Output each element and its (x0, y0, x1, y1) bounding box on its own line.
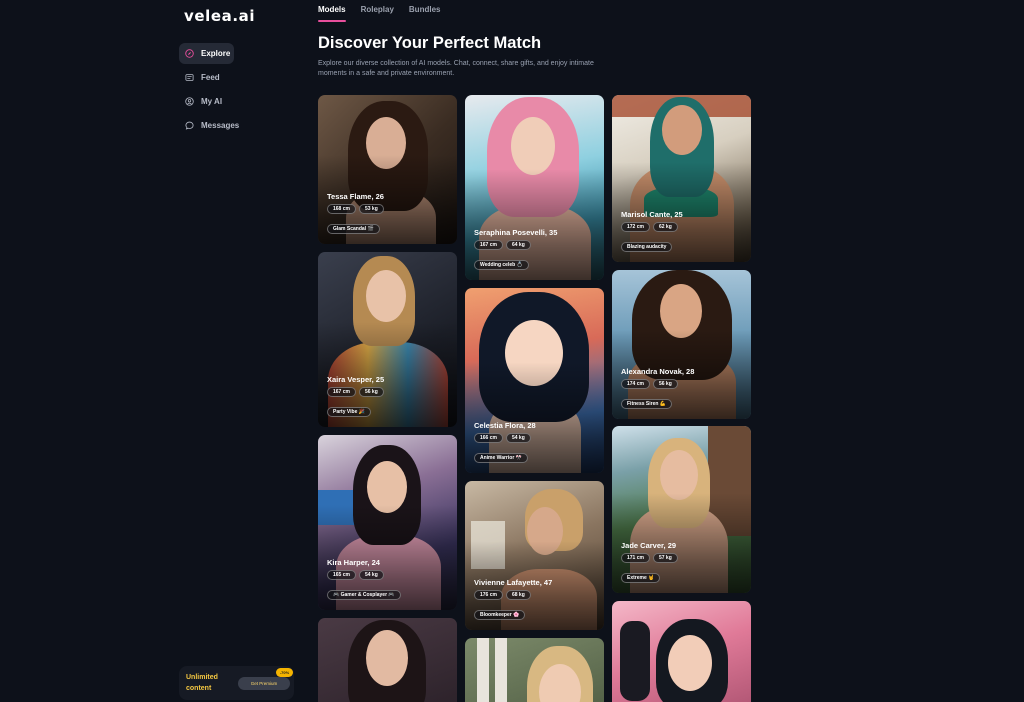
sidebar: velea.ai Explore Feed My AI Messages Unl… (0, 0, 300, 702)
model-weight: 68 kg (505, 590, 531, 600)
model-name: Seraphina Posevelli, 35 (474, 228, 558, 237)
premium-banner-text: Unlimited content (186, 674, 218, 692)
sidebar-item-my-ai[interactable]: My AI (179, 91, 299, 112)
model-name: Kira Harper, 24 (327, 558, 380, 567)
model-weight: 56 kg (652, 379, 678, 389)
sidebar-item-explore[interactable]: Explore (179, 43, 234, 64)
model-tag: 🎮 Gamer & Cosplayer 🎮 (327, 590, 401, 600)
get-premium-button[interactable]: Get Premium (238, 677, 290, 690)
model-name: Marisol Cante, 25 (621, 210, 683, 219)
compass-icon (185, 49, 194, 58)
model-card[interactable]: Tessa Flame, 26 168 cm 53 kg Glam Scanda… (318, 95, 457, 244)
sidebar-item-label: Messages (201, 121, 240, 130)
model-height: 171 cm (621, 553, 650, 563)
model-name: Jade Carver, 29 (621, 541, 677, 550)
model-weight: 53 kg (358, 204, 384, 214)
premium-banner[interactable]: Unlimited content Get Premium -70% (179, 666, 294, 700)
model-tag: Wedding celeb 💍 (474, 260, 529, 270)
content-tabs: Models Roleplay Bundles (318, 0, 455, 22)
model-tag: Blazing audacity (621, 242, 673, 252)
page-subtitle: Explore our diverse collection of AI mod… (318, 60, 594, 77)
tab-models[interactable]: Models (318, 0, 346, 22)
model-name: Xaira Vesper, 25 (327, 375, 385, 384)
model-name: Vivienne Lafayette, 47 (474, 578, 553, 587)
model-weight: 54 kg (358, 570, 384, 580)
model-tag: Fitness Siren 💪 (621, 399, 673, 409)
model-card[interactable]: Vivienne Lafayette, 47 176 cm 68 kg Bloo… (465, 481, 604, 630)
model-card[interactable]: Seraphina Posevelli, 35 167 cm 64 kg Wed… (465, 95, 604, 280)
model-card[interactable] (318, 618, 457, 702)
tab-roleplay[interactable]: Roleplay (361, 0, 394, 22)
sidebar-item-label: My AI (201, 97, 223, 106)
model-height: 174 cm (621, 379, 650, 389)
model-weight: 57 kg (652, 553, 678, 563)
model-weight: 54 kg (505, 433, 531, 443)
app-logo[interactable]: velea.ai (184, 7, 255, 25)
model-card[interactable]: Xaira Vesper, 25 167 cm 56 kg Party Vibe… (318, 252, 457, 427)
user-circle-icon (185, 97, 194, 106)
model-card[interactable] (465, 638, 604, 702)
model-name: Tessa Flame, 26 (327, 192, 384, 201)
model-tag: Bloomkeeper 🌸 (474, 610, 526, 620)
model-tag: Glam Scandal 🎬 (327, 224, 380, 234)
sidebar-item-feed[interactable]: Feed (179, 67, 299, 88)
model-height: 167 cm (327, 387, 356, 397)
model-card[interactable]: Alexandra Novak, 28 174 cm 56 kg Fitness… (612, 270, 751, 419)
model-card[interactable] (612, 601, 751, 702)
model-height: 172 cm (621, 222, 650, 232)
model-tag: Anime Warrior 🎌 (474, 453, 528, 463)
feed-icon (185, 74, 194, 81)
model-card[interactable]: Jade Carver, 29 171 cm 57 kg Extreme 🤘 (612, 426, 751, 593)
model-weight: 62 kg (652, 222, 678, 232)
chat-bubble-icon (185, 121, 194, 130)
model-height: 166 cm (474, 433, 503, 443)
sidebar-item-label: Feed (201, 73, 220, 82)
model-card[interactable]: Marisol Cante, 25 172 cm 62 kg Blazing a… (612, 95, 751, 262)
model-name: Celestia Flora, 28 (474, 421, 536, 430)
sidebar-item-messages[interactable]: Messages (179, 115, 299, 136)
discount-badge: -70% (276, 668, 293, 677)
model-height: 176 cm (474, 590, 503, 600)
model-tag: Party Vibe 🎉 (327, 407, 371, 417)
tab-bundles[interactable]: Bundles (409, 0, 441, 22)
model-height: 167 cm (474, 240, 503, 250)
model-height: 165 cm (327, 570, 356, 580)
model-weight: 64 kg (505, 240, 531, 250)
sidebar-item-label: Explore (201, 49, 231, 58)
model-height: 168 cm (327, 204, 356, 214)
page-title: Discover Your Perfect Match (318, 34, 542, 52)
sidebar-nav: Explore Feed My AI Messages (179, 43, 299, 139)
model-tag: Extreme 🤘 (621, 573, 661, 583)
model-weight: 56 kg (358, 387, 384, 397)
model-card[interactable]: Celestia Flora, 28 166 cm 54 kg Anime Wa… (465, 288, 604, 473)
model-card[interactable]: Kira Harper, 24 165 cm 54 kg 🎮 Gamer & C… (318, 435, 457, 610)
model-name: Alexandra Novak, 28 (621, 367, 695, 376)
